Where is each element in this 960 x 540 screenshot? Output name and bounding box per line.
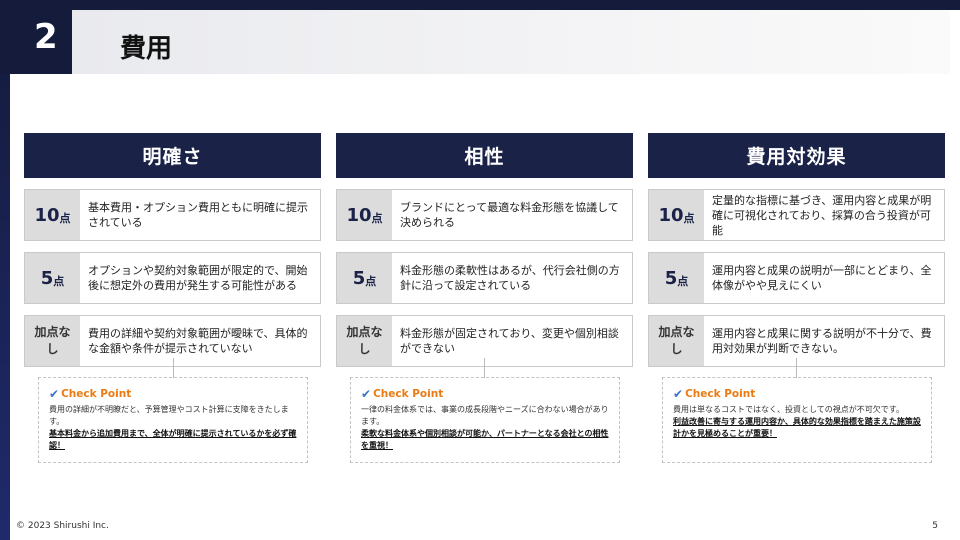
connector-line (173, 358, 174, 378)
criteria-text: 基本費用・オプション費用ともに明確に提示されている (88, 201, 308, 229)
checkmark-icon: ✔ (673, 387, 684, 401)
page-number: 5 (932, 521, 938, 531)
criteria-row-10: 10 点 定量的な指標に基づき、運用内容と成果が明確に可視化されており、採算の合う… (648, 189, 945, 241)
criteria-text: 運用内容と成果の説明が一部にとどまり、全体像がやや見えにくい (712, 264, 932, 292)
page-title: 費用 (120, 34, 173, 64)
column-heading: 相性 (336, 133, 633, 178)
connector-line (796, 358, 797, 378)
criteria-row-10: 10 点 基本費用・オプション費用ともに明確に提示されている (24, 189, 321, 241)
score-value: 10 (346, 204, 372, 226)
criteria-text: 料金形態が固定されており、変更や個別相談ができない (400, 327, 619, 355)
score-cell: 加点なし (25, 316, 80, 366)
check-point-emphasis: 利益改善に寄与する運用内容か、具体的な効果指標を踏まえた施策設計かを見極めること… (673, 417, 921, 438)
criteria-text: 費用の詳細や契約対象範囲が曖昧で、具体的な金額や条件が提示されていない (88, 327, 308, 355)
score-cell: 加点なし (337, 316, 392, 366)
score-value: 5 (352, 267, 366, 289)
check-point-title: ✔ Check Point (361, 387, 609, 401)
criteria-text: 定量的な指標に基づき、運用内容と成果が明確に可視化されており、採算の合う投資が可… (712, 193, 932, 237)
criteria-row-10: 10 点 ブランドにとって最適な料金形態を協議して決められる (336, 189, 633, 241)
check-point-emphasis: 基本料金から追加費用まで、全体が明確に提示されているかを必ず確認！ (49, 429, 297, 450)
checkmark-icon: ✔ (361, 387, 372, 401)
score-cell: 10 点 (337, 190, 392, 240)
score-unit: 点 (677, 274, 689, 288)
criteria-text: ブランドにとって最適な料金形態を協議して決められる (400, 201, 619, 229)
score-cell: 10 点 (25, 190, 80, 240)
score-cell: 加点なし (649, 316, 704, 366)
criteria-text: 料金形態の柔軟性はあるが、代行会社側の方針に沿って設定されている (400, 264, 620, 292)
check-point-title: ✔ Check Point (49, 387, 297, 401)
score-unit: 点 (59, 211, 71, 225)
title-band (72, 10, 950, 74)
score-value: 10 (34, 204, 60, 226)
score-unit: 点 (365, 274, 377, 288)
check-point-body: 一律の料金体系では、事業の成長段階やニーズに合わない場合があります。 (361, 405, 609, 426)
column-cost-effectiveness: 費用対効果 10 点 定量的な指標に基づき、運用内容と成果が明確に可視化されており… (648, 133, 945, 367)
score-value: 5 (664, 267, 678, 289)
check-point-label: Check Point (373, 388, 444, 400)
check-point-label: Check Point (61, 388, 132, 400)
check-point-emphasis: 柔軟な料金体系や個別相談が可能か、パートナーとなる会社との相性を重視！ (361, 429, 609, 450)
check-point-box: ✔ Check Point 費用の詳細が不明瞭だと、予算管理やコスト計算に支障をき… (38, 377, 308, 463)
check-point-body: 費用は単なるコストではなく、投資としての視点が不可欠です。 (673, 405, 904, 414)
column-compatibility: 相性 10 点 ブランドにとって最適な料金形態を協議して決められる 5点 料金形態… (336, 133, 633, 367)
criteria-text: オプションや契約対象範囲が限定的で、開始後に想定外の費用が発生する可能性がある (88, 264, 308, 292)
left-bar (0, 0, 10, 540)
top-bar (0, 0, 960, 10)
score-unit: 点 (683, 211, 695, 225)
score-cell: 5点 (25, 253, 80, 303)
criteria-row-5: 5点 オプションや契約対象範囲が限定的で、開始後に想定外の費用が発生する可能性が… (24, 252, 321, 304)
score-value: 10 (658, 204, 684, 226)
check-point-title: ✔ Check Point (673, 387, 921, 401)
criteria-row-5: 5点 料金形態の柔軟性はあるが、代行会社側の方針に沿って設定されている (336, 252, 633, 304)
checkmark-icon: ✔ (49, 387, 60, 401)
check-point-body: 費用の詳細が不明瞭だと、予算管理やコスト計算に支障をきたします。 (49, 405, 289, 426)
score-unit: 点 (53, 274, 65, 288)
check-point-label: Check Point (685, 388, 756, 400)
column-heading: 費用対効果 (648, 133, 945, 178)
connector-line (484, 358, 485, 378)
score-value: 5 (40, 267, 54, 289)
score-unit: 点 (371, 211, 383, 225)
criteria-text: 運用内容と成果に関する説明が不十分で、費用対効果が判断できない。 (712, 327, 932, 355)
check-point-box: ✔ Check Point 一律の料金体系では、事業の成長段階やニーズに合わない場… (350, 377, 620, 463)
score-cell: 5点 (337, 253, 392, 303)
score-cell: 5点 (649, 253, 704, 303)
column-clarity: 明確さ 10 点 基本費用・オプション費用ともに明確に提示されている 5点 オプシ… (24, 133, 321, 367)
copyright: © 2023 Shirushi Inc. (16, 521, 109, 531)
column-heading: 明確さ (24, 133, 321, 178)
score-cell: 10 点 (649, 190, 704, 240)
criteria-row-5: 5点 運用内容と成果の説明が一部にとどまり、全体像がやや見えにくい (648, 252, 945, 304)
check-point-box: ✔ Check Point 費用は単なるコストではなく、投資としての視点が不可欠で… (662, 377, 932, 463)
